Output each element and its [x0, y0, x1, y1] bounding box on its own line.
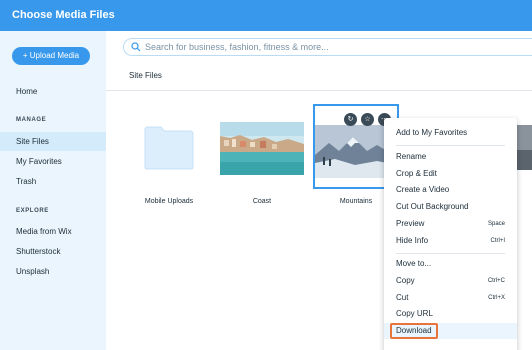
header-bar: Choose Media Files — [0, 0, 532, 31]
search-icon — [131, 42, 141, 52]
menu-item-download[interactable]: Download — [384, 323, 517, 339]
sidebar: + Upload Media Home MANAGE Site Files My… — [0, 31, 106, 350]
star-icon[interactable]: ☆ — [361, 113, 374, 126]
sidebar-item-my-favorites[interactable]: My Favorites — [0, 152, 106, 171]
shortcut-label: Ctrl+I — [490, 238, 505, 244]
download-label: Download — [390, 323, 438, 339]
divider — [106, 90, 532, 91]
coast-image — [220, 122, 304, 175]
menu-item-hide-info[interactable]: Hide Info Ctrl+I — [384, 233, 517, 249]
menu-item-create-video[interactable]: Create a Video — [384, 182, 517, 198]
menu-separator — [396, 253, 505, 254]
menu-separator — [396, 145, 505, 146]
sidebar-item-shutterstock[interactable]: Shutterstock — [0, 242, 106, 261]
file-name: Coast — [252, 198, 272, 205]
page-title: Choose Media Files — [12, 9, 115, 21]
search-placeholder: Search for business, fashion, fitness & … — [145, 42, 329, 52]
replace-icon[interactable]: ↻ — [344, 113, 357, 126]
explore-heading: EXPLORE — [16, 208, 49, 214]
sidebar-item-site-files[interactable]: Site Files — [0, 132, 106, 151]
menu-item-preview[interactable]: Preview Space — [384, 216, 517, 232]
shortcut-label: Ctrl+C — [487, 278, 505, 284]
menu-item-rename[interactable]: Rename — [384, 149, 517, 165]
upload-media-button[interactable]: + Upload Media — [12, 47, 90, 65]
menu-item-copy[interactable]: Copy Ctrl+C — [384, 273, 517, 289]
menu-item-move-to[interactable]: Move to... — [384, 256, 517, 272]
menu-item-cut[interactable]: Cut Ctrl+X — [384, 290, 517, 306]
shortcut-label: Space — [487, 221, 505, 227]
sidebar-item-trash[interactable]: Trash — [0, 172, 106, 191]
context-menu: Add to My Favorites Rename Crop & Edit C… — [384, 118, 517, 350]
menu-item-cut-out-background[interactable]: Cut Out Background — [384, 199, 517, 215]
file-name: Mobile Uploads — [144, 198, 194, 205]
search-input[interactable]: Search for business, fashion, fitness & … — [123, 38, 532, 56]
sidebar-item-home[interactable]: Home — [0, 82, 106, 101]
partial-image — [517, 125, 532, 170]
sidebar-item-unsplash[interactable]: Unsplash — [0, 262, 106, 281]
menu-item-add-to-favorites[interactable]: Add to My Favorites — [384, 125, 517, 141]
manage-heading: MANAGE — [16, 117, 47, 123]
folder-icon — [144, 126, 194, 170]
sidebar-item-media-from-wix[interactable]: Media from Wix — [0, 222, 106, 241]
shortcut-label: Ctrl+X — [488, 295, 505, 301]
breadcrumb: Site Files — [129, 71, 162, 80]
menu-item-copy-url[interactable]: Copy URL — [384, 306, 517, 322]
menu-item-crop-edit[interactable]: Crop & Edit — [384, 166, 517, 182]
